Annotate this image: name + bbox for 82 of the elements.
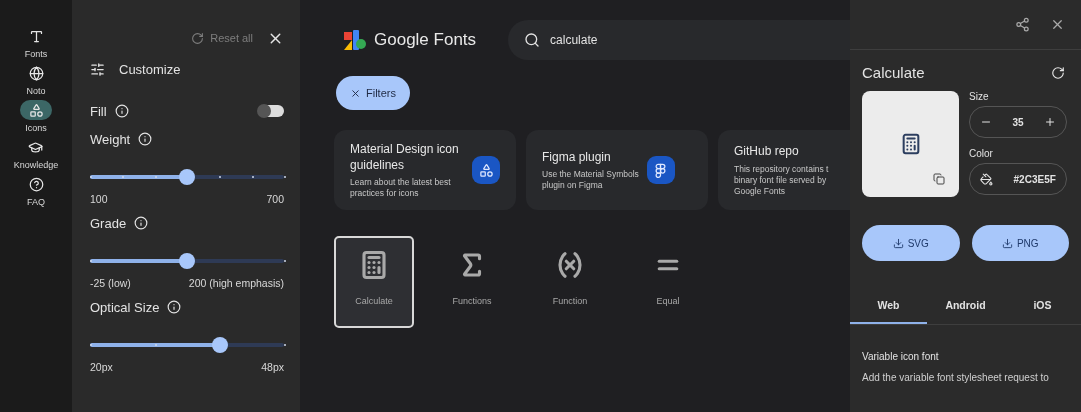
paint-bucket-icon (980, 172, 994, 186)
range-min: -25 (low) (90, 277, 131, 289)
icon-tile[interactable]: Calculate (334, 236, 414, 328)
sliders-icon (90, 62, 105, 77)
card-description: Learn about the latest best practices for icons (350, 177, 452, 200)
platform-tab[interactable]: iOS (1004, 289, 1081, 324)
range-max: 48px (261, 361, 284, 373)
link-card[interactable]: Figma plugin Use the Material Symbols plugin on Figma (526, 130, 708, 210)
info-icon[interactable] (134, 216, 149, 230)
icon-label: Equal (656, 296, 680, 306)
shapes-icon (28, 102, 44, 118)
info-icon[interactable] (138, 132, 153, 146)
slider-label: Optical Size (90, 299, 160, 315)
icon-tile[interactable]: Equal (628, 236, 708, 328)
range-min: 100 (90, 193, 108, 205)
nav-label: Fonts (24, 49, 48, 59)
download-icon (892, 237, 904, 249)
info-icon[interactable] (114, 104, 129, 118)
reset-button[interactable]: Reset all (191, 31, 253, 45)
close-icon (350, 87, 361, 99)
icon-tile[interactable]: Function (530, 236, 610, 328)
card-description: Use the Material Symbols plugin on Figma (542, 169, 639, 192)
slider-thumb[interactable] (211, 337, 228, 353)
brand-name: Google Fonts (374, 30, 477, 50)
icon-label: Function (552, 296, 588, 306)
card-description: This repository contains t binary font file served by Google Fonts (734, 163, 829, 197)
color-value: #2C3E5F (1013, 173, 1056, 185)
help-icon (28, 176, 44, 192)
nav-item[interactable]: Knowledge (13, 137, 59, 170)
nav-label: Knowledge (13, 160, 59, 170)
download-button[interactable]: SVG (862, 225, 960, 261)
platform-tab[interactable]: Web (850, 289, 927, 324)
nav-item[interactable]: Noto (20, 63, 52, 96)
material-badge-icon (472, 156, 500, 184)
card-title: Material Design icon guidelines (350, 140, 460, 174)
size-value: 35 (1012, 116, 1024, 128)
card-title: Figma plugin (542, 148, 612, 166)
calculator-icon (359, 250, 389, 280)
nav-label: FAQ (27, 197, 45, 207)
range-min: 20px (90, 361, 113, 373)
download-button[interactable]: PNG (971, 225, 1069, 261)
filters-button[interactable]: Filters (336, 76, 410, 110)
slider-label: Weight (90, 131, 131, 147)
slider-thumb[interactable] (179, 253, 195, 269)
search-icon (524, 32, 541, 48)
nav-label: Icons (25, 123, 47, 133)
nav-item[interactable]: Fonts (20, 26, 52, 59)
copy-button[interactable] (933, 173, 945, 185)
reset-icon (191, 31, 205, 45)
icon-title: Calculate (862, 64, 925, 81)
card-title: GitHub repo (734, 143, 800, 160)
platform-tab[interactable]: Android (927, 289, 1004, 324)
share-button[interactable] (1015, 17, 1030, 32)
range-max: 700 (266, 193, 284, 205)
slider-label: Grade (90, 215, 127, 231)
fonts-icon (28, 28, 44, 44)
icon-label: Functions (452, 296, 492, 306)
link-card[interactable]: GitHub repo This repository contains t binary font file served by Google Fonts (718, 130, 850, 210)
size-label: Size (969, 91, 990, 102)
fill-label: Fill (90, 103, 107, 119)
globe-icon (28, 65, 44, 81)
icon-label: Calculate (355, 296, 393, 306)
range-max: 200 (high emphasis) (188, 277, 284, 289)
info-icon[interactable] (167, 300, 182, 314)
section-text: Add the variable font stylesheet request to (862, 372, 1050, 383)
icon-tile[interactable]: Functions (432, 236, 512, 328)
link-card[interactable]: Material Design icon guidelines Learn about the latest best practices for icons (334, 130, 516, 210)
download-icon (1001, 237, 1013, 249)
logo-icon (344, 30, 366, 50)
slider-thumb[interactable] (179, 169, 195, 185)
close-button[interactable] (1050, 17, 1065, 32)
nav-label: Noto (26, 86, 46, 96)
school-icon (28, 139, 44, 155)
reset-button[interactable] (1051, 65, 1065, 80)
figma-badge-icon (646, 156, 675, 184)
panel-title: Customize (119, 62, 181, 77)
color-label: Color (969, 148, 994, 159)
plus-icon[interactable] (1043, 116, 1056, 128)
search-field[interactable]: calculate (508, 20, 850, 60)
fill-toggle[interactable] (258, 105, 284, 117)
nav-item[interactable]: FAQ (20, 174, 52, 207)
section-title: Variable icon font (862, 351, 940, 362)
